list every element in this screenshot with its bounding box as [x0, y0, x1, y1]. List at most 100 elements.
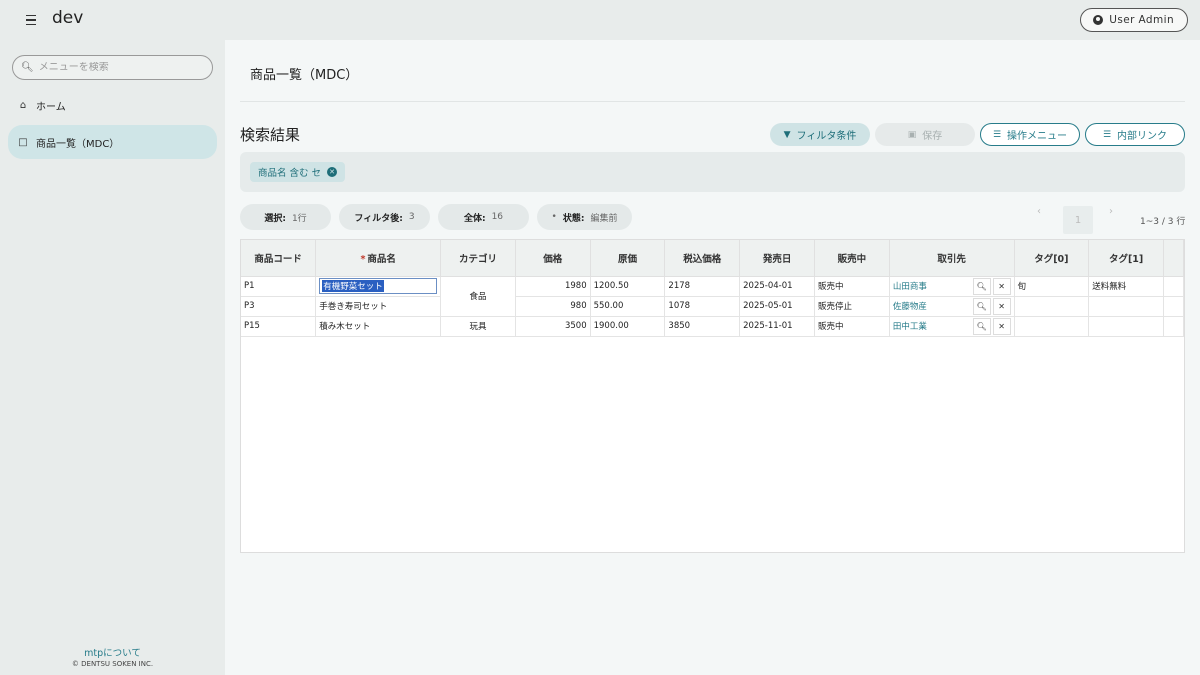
- column-header[interactable]: 商品コード: [241, 240, 317, 277]
- search-icon: 🔍︎: [21, 62, 34, 73]
- partner-link[interactable]: 佐藤物産: [893, 300, 927, 312]
- next-page-button[interactable]: ›: [1109, 206, 1113, 217]
- filler-cell: [1163, 316, 1184, 337]
- tag0-cell[interactable]: [1014, 296, 1090, 317]
- operations-menu-label: 操作メニュー: [1007, 131, 1068, 142]
- release-date-cell[interactable]: 2025-05-01: [739, 296, 816, 317]
- category-cell[interactable]: 玩具: [440, 316, 516, 337]
- filter-chip[interactable]: 商品名 含む セ ✕: [250, 162, 346, 182]
- release-date-cell[interactable]: 2025-11-01: [739, 316, 816, 337]
- column-header[interactable]: 原価: [590, 240, 666, 277]
- menu-search[interactable]: 🔍︎: [12, 55, 213, 80]
- search-icon[interactable]: 🔍︎: [972, 277, 991, 295]
- sales-status-cell[interactable]: 販売中: [814, 276, 890, 297]
- save-button[interactable]: ▣ 保存: [875, 123, 975, 146]
- column-header[interactable]: 税込価格: [664, 240, 741, 277]
- category-cell[interactable]: 食品: [440, 276, 516, 317]
- partner-link[interactable]: 田中工業: [893, 320, 927, 332]
- partner-cell[interactable]: 山田商事 🔍︎ ✕: [889, 276, 1015, 297]
- sidebar: 🔍︎ ⌂ ホーム □ 商品一覧（MDC） mtpについて © DENTSU SO…: [0, 40, 225, 675]
- column-header[interactable]: タグ[1]: [1088, 240, 1164, 277]
- table-row[interactable]: P1 有機野菜セット 食品 1980 1200.50 2178 2025-04-…: [241, 276, 1184, 317]
- column-header: [1163, 240, 1184, 277]
- name-cell[interactable]: 有機野菜セット: [315, 276, 442, 297]
- tax-price-cell[interactable]: 1078: [664, 296, 741, 317]
- about-link[interactable]: mtpについて: [0, 645, 225, 659]
- sales-status-cell[interactable]: 販売中: [814, 316, 890, 337]
- code-cell[interactable]: P15: [241, 316, 317, 337]
- name-cell[interactable]: 手巻き寿司セット: [315, 296, 442, 317]
- price-cell[interactable]: 3500: [515, 316, 591, 337]
- column-header[interactable]: タグ[0]: [1014, 240, 1090, 277]
- cost-cell[interactable]: 1900.00: [590, 316, 666, 337]
- tag1-cell[interactable]: [1088, 316, 1164, 337]
- tag0-cell[interactable]: 旬: [1014, 276, 1090, 297]
- user-menu-button[interactable]: User Admin: [1080, 8, 1188, 32]
- sidebar-item-label: ホーム: [36, 101, 66, 113]
- cost-cell[interactable]: 1200.50: [590, 276, 666, 297]
- required-mark-icon: *: [360, 253, 366, 265]
- search-icon[interactable]: 🔍︎: [972, 297, 991, 315]
- page-number-button[interactable]: 1: [1063, 206, 1093, 234]
- remove-chip-icon[interactable]: ✕: [327, 167, 338, 177]
- code-cell[interactable]: P1: [241, 276, 317, 297]
- column-header[interactable]: 価格: [515, 240, 591, 277]
- partner-link[interactable]: 山田商事: [893, 280, 927, 292]
- search-icon[interactable]: 🔍︎: [972, 317, 991, 335]
- header-row: 商品コード * 商品名 カテゴリ 価格 原価 税込価格 発売日 販売中 取引先 タ…: [241, 240, 1184, 277]
- operations-menu-button[interactable]: ☰ 操作メニュー: [980, 123, 1080, 146]
- tax-price-cell[interactable]: 3850: [664, 316, 741, 337]
- prev-page-button[interactable]: ‹: [1037, 206, 1041, 217]
- price-cell[interactable]: 1980: [515, 276, 591, 297]
- clear-icon[interactable]: ✕: [992, 277, 1011, 295]
- tag1-cell[interactable]: 送料無料: [1088, 276, 1164, 297]
- filter-button-label: フィルタ条件: [796, 131, 857, 142]
- table-row[interactable]: P15 積み木セット 玩具 3500 1900.00 3850 2025-11-…: [241, 316, 1184, 337]
- section-title: 検索結果: [240, 126, 301, 144]
- clear-icon[interactable]: ✕: [992, 317, 1011, 335]
- partner-cell[interactable]: 佐藤物産 🔍︎ ✕: [889, 296, 1015, 317]
- price-cell[interactable]: 980: [515, 296, 591, 317]
- main-content: 商品一覧（MDC） 検索結果 ▼ フィルタ条件 ▣ 保存 ☰ 操作メニュー ☰ …: [225, 40, 1200, 675]
- table-row[interactable]: P3 手巻き寿司セット 980 550.00 1078 2025-05-01 販…: [241, 296, 1184, 317]
- save-button-label: 保存: [922, 131, 943, 142]
- sidebar-item-home[interactable]: ⌂ ホーム: [8, 88, 217, 122]
- tax-price-cell[interactable]: 2178: [664, 276, 741, 297]
- app-title: dev: [52, 8, 84, 28]
- sales-status-cell[interactable]: 販売停止: [814, 296, 890, 317]
- stat-label: 状態:: [562, 213, 585, 224]
- selected-text[interactable]: 有機野菜セット: [322, 280, 384, 292]
- filter-chip-area: 商品名 含む セ ✕: [240, 152, 1185, 192]
- cost-cell[interactable]: 550.00: [590, 296, 666, 317]
- stat-filtered: フィルタ後: 3: [339, 204, 430, 230]
- user-name: User Admin: [1109, 14, 1174, 26]
- products-table: 商品コード * 商品名 カテゴリ 価格 原価 税込価格 発売日 販売中 取引先 タ…: [241, 240, 1184, 337]
- filler-cell: [1163, 296, 1184, 317]
- code-cell[interactable]: P3: [241, 296, 317, 317]
- column-header[interactable]: 取引先: [889, 240, 1015, 277]
- column-header[interactable]: カテゴリ: [440, 240, 516, 277]
- sidebar-item-label: 商品一覧（MDC）: [36, 138, 120, 150]
- copyright: © DENTSU SOKEN INC.: [71, 660, 154, 668]
- column-header[interactable]: 販売中: [814, 240, 890, 277]
- column-header[interactable]: * 商品名: [315, 240, 442, 277]
- menu-search-input[interactable]: [38, 62, 209, 73]
- tag1-cell[interactable]: [1088, 296, 1164, 317]
- name-editor[interactable]: 有機野菜セット: [319, 278, 438, 294]
- tag0-cell[interactable]: [1014, 316, 1090, 337]
- release-date-cell[interactable]: 2025-04-01: [739, 276, 816, 297]
- column-header[interactable]: 発売日: [739, 240, 816, 277]
- dot-icon: •: [551, 212, 557, 222]
- save-icon: ▣: [907, 129, 917, 140]
- stat-value: 編集前: [590, 213, 618, 224]
- column-header-label: 商品名: [367, 253, 396, 265]
- filter-button[interactable]: ▼ フィルタ条件: [770, 123, 870, 146]
- internal-link-button[interactable]: ☰ 内部リンク: [1085, 123, 1185, 146]
- name-cell[interactable]: 積み木セット: [315, 316, 442, 337]
- document-icon: □: [18, 136, 28, 148]
- top-bar: dev User Admin: [0, 0, 1200, 40]
- sidebar-item-products[interactable]: □ 商品一覧（MDC）: [8, 125, 217, 159]
- hamburger-menu-icon[interactable]: [22, 10, 40, 30]
- clear-icon[interactable]: ✕: [992, 297, 1011, 315]
- partner-cell[interactable]: 田中工業 🔍︎ ✕: [889, 316, 1015, 337]
